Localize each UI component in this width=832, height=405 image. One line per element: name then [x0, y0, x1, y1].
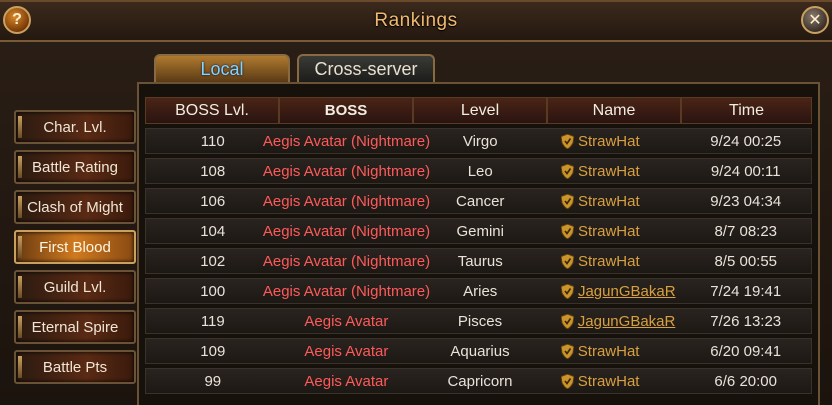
name-cell[interactable]: StrawHat: [547, 219, 681, 243]
time-cell: 7/26 13:23: [710, 312, 782, 330]
sidebar-item-battle-pts[interactable]: Battle Pts: [14, 350, 136, 384]
level-cell: Capricorn: [447, 372, 513, 390]
name-cell[interactable]: JagunGBakaR: [547, 309, 681, 333]
close-button[interactable]: ✕: [801, 6, 829, 34]
player-name[interactable]: StrawHat: [578, 163, 640, 180]
time-cell: 6/20 09:41: [710, 342, 782, 360]
player-name[interactable]: JagunGBakaR: [578, 313, 676, 330]
shield-icon: [560, 163, 574, 179]
name-cell[interactable]: StrawHat: [547, 129, 681, 153]
sidebar-item-char-lvl[interactable]: Char. Lvl.: [14, 110, 136, 144]
boss-cell: Aegis Avatar (Nightmare): [262, 192, 431, 210]
time-cell: 6/6 20:00: [714, 372, 777, 390]
player-name[interactable]: StrawHat: [578, 223, 640, 240]
boss-cell: Aegis Avatar (Nightmare): [262, 252, 431, 270]
boss-cell: Aegis Avatar (Nightmare): [262, 222, 431, 240]
shield-icon: [560, 193, 574, 209]
time-cell: 8/7 08:23: [714, 222, 778, 240]
level-cell: Leo: [467, 162, 493, 180]
title-bar: Rankings: [0, 2, 832, 42]
shield-icon: [560, 283, 574, 299]
header-name: Name: [547, 97, 681, 124]
rankings-table: BOSS Lvl. BOSS Level Name Time 110 Aegis…: [137, 82, 820, 405]
time-cell: 9/24 00:25: [710, 132, 782, 150]
boss-lvl-cell: 104: [200, 222, 226, 240]
level-cell: Taurus: [457, 252, 503, 270]
table-row: 109 Aegis Avatar Aquarius StrawHat 6/20 …: [145, 338, 812, 364]
boss-lvl-cell: 100: [200, 282, 226, 300]
header-boss: BOSS: [279, 97, 413, 124]
name-cell[interactable]: StrawHat: [547, 339, 681, 363]
table-row: 119 Aegis Avatar Pisces JagunGBakaR 7/26…: [145, 308, 812, 334]
help-button[interactable]: ?: [3, 6, 31, 34]
time-cell: 9/23 04:34: [710, 192, 782, 210]
table-row: 108 Aegis Avatar (Nightmare) Leo StrawHa…: [145, 158, 812, 184]
window-title: Rankings: [374, 10, 458, 31]
boss-lvl-cell: 106: [200, 192, 226, 210]
boss-lvl-cell: 109: [200, 342, 226, 360]
boss-cell: Aegis Avatar: [304, 312, 389, 330]
boss-lvl-cell: 110: [200, 132, 225, 150]
time-cell: 9/24 00:11: [710, 162, 781, 180]
boss-cell: Aegis Avatar (Nightmare): [262, 132, 431, 150]
boss-lvl-cell: 102: [200, 252, 226, 270]
boss-lvl-cell: 108: [200, 162, 226, 180]
sidebar-item-guild-lvl[interactable]: Guild Lvl.: [14, 270, 136, 304]
header-boss-lvl: BOSS Lvl.: [145, 97, 279, 124]
header-time: Time: [681, 97, 812, 124]
header-level: Level: [413, 97, 547, 124]
name-cell[interactable]: JagunGBakaR: [547, 279, 681, 303]
boss-cell: Aegis Avatar (Nightmare): [262, 282, 431, 300]
table-row: 104 Aegis Avatar (Nightmare) Gemini Stra…: [145, 218, 812, 244]
level-cell: Gemini: [456, 222, 504, 240]
rankings-window: Rankings ? ✕ Local Cross-server Char. Lv…: [0, 0, 832, 405]
player-name[interactable]: StrawHat: [578, 133, 640, 150]
time-cell: 7/24 19:41: [710, 282, 782, 300]
sidebar-item-first-blood[interactable]: First Blood: [14, 230, 136, 264]
table-row: 106 Aegis Avatar (Nightmare) Cancer Stra…: [145, 188, 812, 214]
boss-cell: Aegis Avatar (Nightmare): [262, 162, 431, 180]
tab-cross-server[interactable]: Cross-server: [297, 54, 435, 82]
table-row: 99 Aegis Avatar Capricorn StrawHat 6/6 2…: [145, 368, 812, 394]
level-cell: Pisces: [457, 312, 503, 330]
sidebar-item-eternal-spire[interactable]: Eternal Spire: [14, 310, 136, 344]
shield-icon: [560, 133, 574, 149]
boss-lvl-cell: 119: [200, 312, 225, 330]
name-cell[interactable]: StrawHat: [547, 189, 681, 213]
time-cell: 8/5 00:55: [714, 252, 778, 270]
boss-cell: Aegis Avatar: [304, 342, 389, 360]
name-cell[interactable]: StrawHat: [547, 369, 681, 393]
table-header: BOSS Lvl. BOSS Level Name Time: [145, 97, 812, 124]
shield-icon: [560, 343, 574, 359]
shield-icon: [560, 223, 574, 239]
tab-local[interactable]: Local: [154, 54, 290, 82]
table-row: 110 Aegis Avatar (Nightmare) Virgo Straw…: [145, 128, 812, 154]
level-cell: Virgo: [462, 132, 498, 150]
player-name[interactable]: JagunGBakaR: [578, 283, 676, 300]
sidebar-item-battle-rating[interactable]: Battle Rating: [14, 150, 136, 184]
table-row: 100 Aegis Avatar (Nightmare) Aries Jagun…: [145, 278, 812, 304]
player-name[interactable]: StrawHat: [578, 193, 640, 210]
player-name[interactable]: StrawHat: [578, 253, 640, 270]
shield-icon: [560, 253, 574, 269]
player-name[interactable]: StrawHat: [578, 373, 640, 390]
shield-icon: [560, 313, 574, 329]
player-name[interactable]: StrawHat: [578, 343, 640, 360]
shield-icon: [560, 373, 574, 389]
level-cell: Aquarius: [450, 342, 510, 360]
name-cell[interactable]: StrawHat: [547, 249, 681, 273]
boss-cell: Aegis Avatar: [304, 372, 389, 390]
sidebar-item-clash-of-might[interactable]: Clash of Might: [14, 190, 136, 224]
level-cell: Aries: [463, 282, 498, 300]
level-cell: Cancer: [456, 192, 505, 210]
name-cell[interactable]: StrawHat: [547, 159, 681, 183]
table-row: 102 Aegis Avatar (Nightmare) Taurus Stra…: [145, 248, 812, 274]
boss-lvl-cell: 99: [204, 372, 222, 390]
